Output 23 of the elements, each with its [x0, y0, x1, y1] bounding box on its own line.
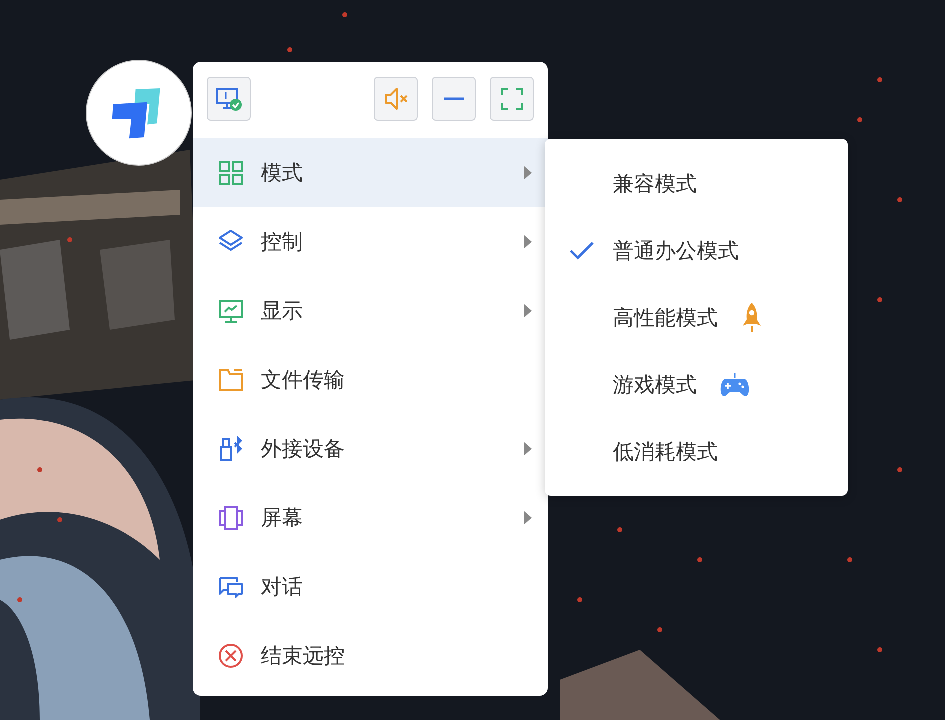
submenu-item[interactable]: 低消耗模式: [545, 418, 848, 485]
submenu-item[interactable]: 普通办公模式: [545, 217, 848, 284]
close-circle-icon: [217, 642, 245, 670]
menu-item[interactable]: 文件传输: [193, 345, 548, 414]
menu-item[interactable]: 结束远控: [193, 621, 548, 690]
menu-item[interactable]: 模式: [193, 138, 548, 207]
menu-item[interactable]: 控制: [193, 207, 548, 276]
gamepad-icon: [719, 370, 751, 398]
usb-bluetooth-icon: [217, 434, 245, 462]
submenu-item[interactable]: 兼容模式: [545, 150, 848, 217]
menu-item[interactable]: 屏幕: [193, 483, 548, 552]
mute-icon[interactable]: [374, 77, 418, 121]
monitor-check-icon[interactable]: [207, 77, 251, 121]
rocket-icon: [740, 302, 764, 334]
submenu-item[interactable]: 高性能模式: [545, 284, 848, 351]
submenu-item[interactable]: 游戏模式: [545, 351, 848, 418]
fullscreen-icon[interactable]: [490, 77, 534, 121]
phone-screen-icon: [217, 504, 245, 532]
minimize-icon[interactable]: [432, 77, 476, 121]
menu-item[interactable]: 外接设备: [193, 414, 548, 483]
grid-icon: [217, 158, 245, 186]
menu-item[interactable]: 显示: [193, 276, 548, 345]
menu-item[interactable]: 对话: [193, 552, 548, 621]
